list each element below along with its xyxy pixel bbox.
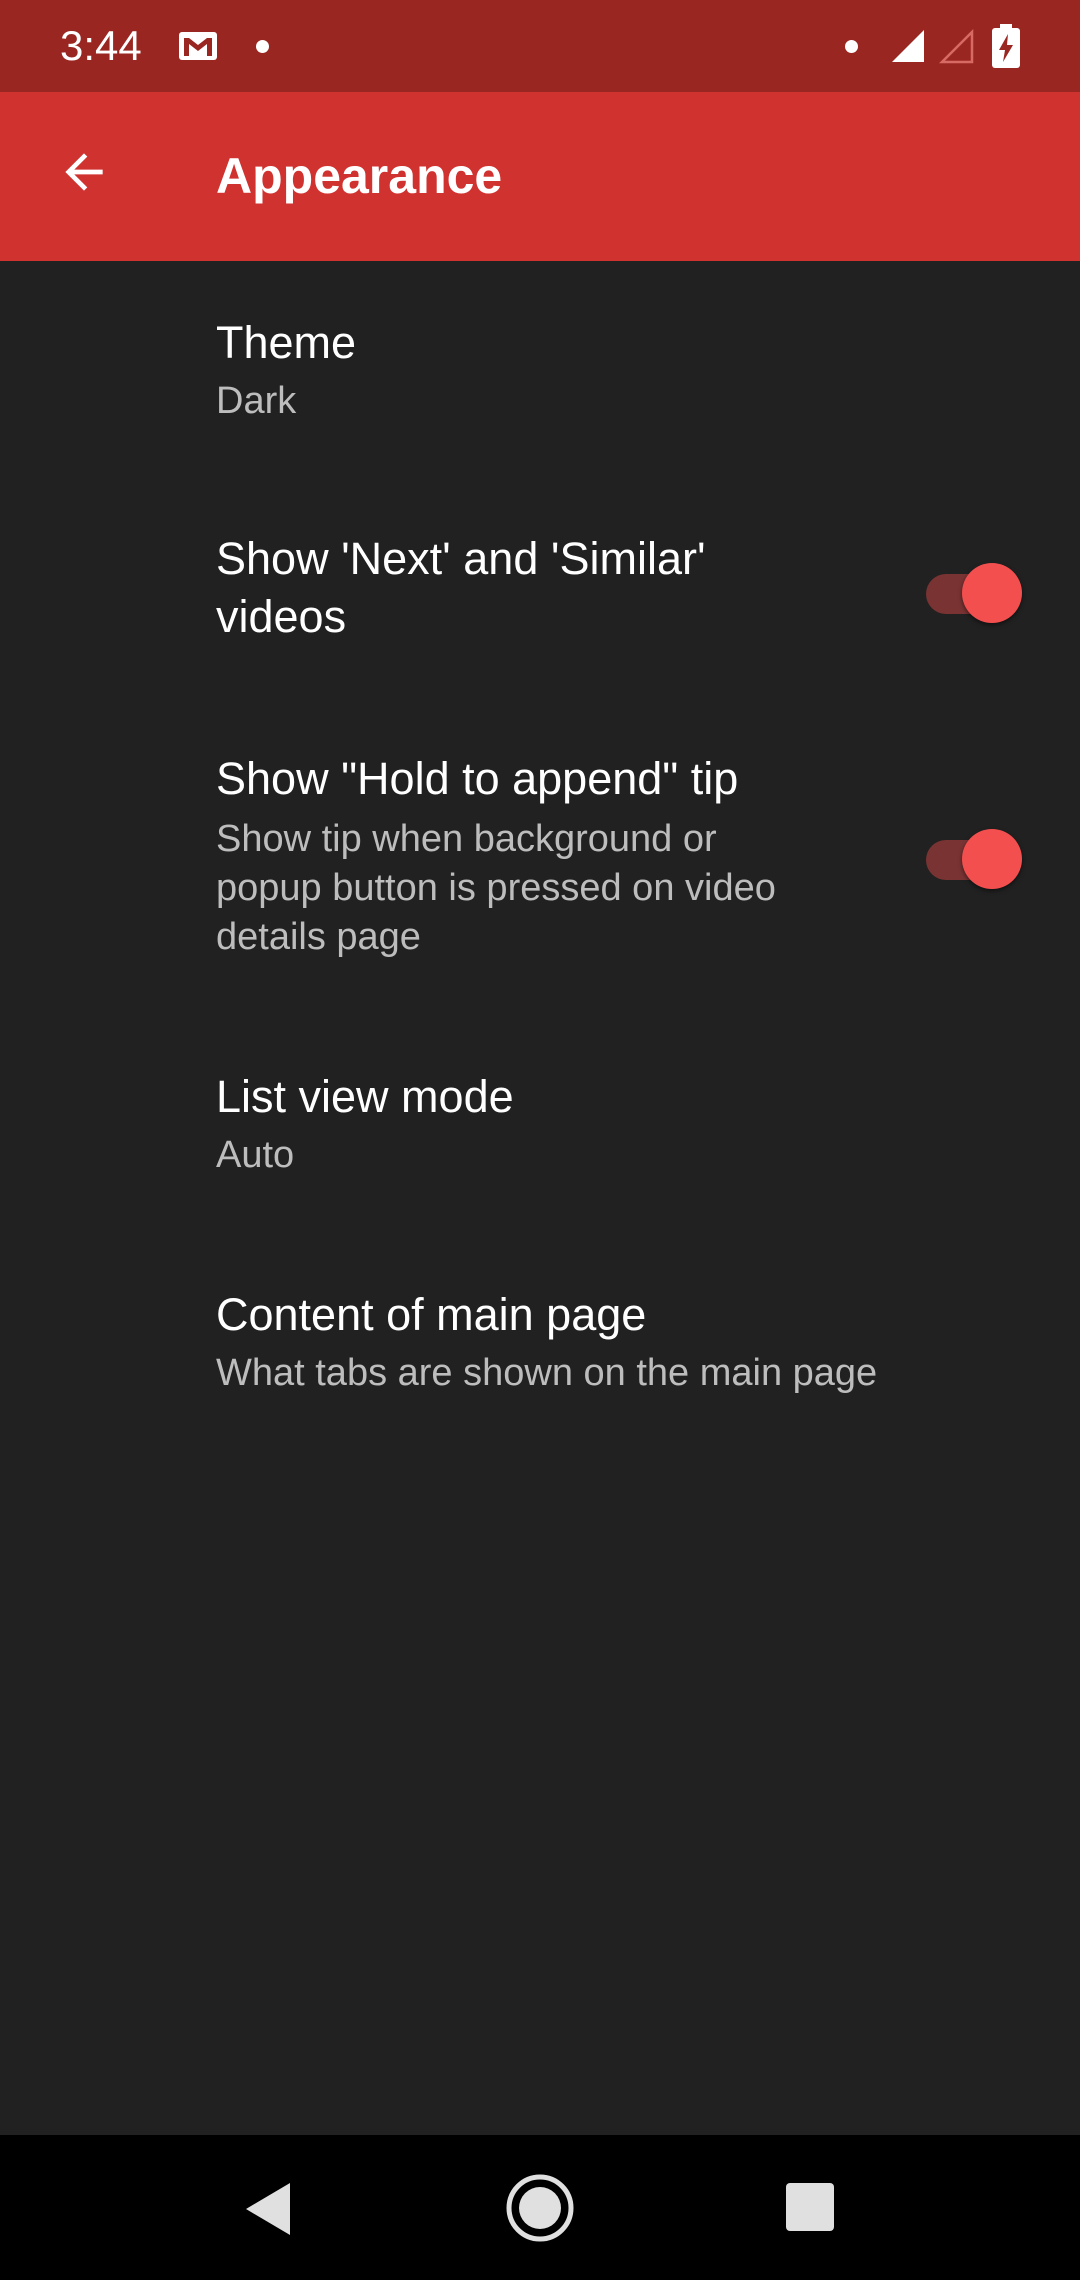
back-button[interactable]: [44, 132, 124, 212]
pref-show-next-similar-title-line1: Show 'Next' and 'Similar': [216, 533, 706, 584]
signal-full-icon: [892, 30, 924, 62]
pref-content-of-main-page-summary: What tabs are shown on the main page: [216, 1352, 878, 1394]
navigation-bar: [0, 2135, 1080, 2280]
app-bar: Appearance: [0, 92, 1080, 261]
pref-hold-to-append-summary-line3: details page: [216, 916, 421, 958]
hold-to-append-switch[interactable]: [920, 819, 1022, 889]
switch-thumb: [962, 829, 1022, 889]
show-next-similar-switch[interactable]: [920, 553, 1022, 623]
pref-theme-title: Theme: [216, 317, 357, 368]
battery-charging-icon: [992, 24, 1020, 68]
screen: 3:44 Appearance Theme Dark Show 'Next' a…: [0, 0, 1080, 2280]
pref-theme-summary: Dark: [216, 380, 297, 422]
nav-back-icon[interactable]: [240, 2179, 296, 2239]
nav-recents-icon[interactable]: [786, 2183, 834, 2231]
pref-show-next-similar[interactable]: Show 'Next' and 'Similar' videos: [0, 479, 1080, 697]
pref-hold-to-append-tip[interactable]: Show "Hold to append" tip Show tip when …: [0, 697, 1080, 1015]
pref-hold-to-append-title: Show "Hold to append" tip: [216, 753, 739, 804]
wifi-dot-icon: [845, 40, 858, 53]
pref-hold-to-append-summary-line1: Show tip when background or: [216, 818, 717, 860]
pref-hold-to-append-summary-line2: popup button is pressed on video: [216, 867, 776, 909]
page-title: Appearance: [216, 148, 503, 204]
nav-home-icon[interactable]: [505, 2173, 575, 2243]
pref-show-next-similar-title-line2: videos: [216, 591, 347, 642]
arrow-back-icon: [65, 153, 103, 191]
switch-thumb: [962, 563, 1022, 623]
notification-dot-icon: [256, 40, 269, 53]
status-bar: 3:44: [0, 0, 1080, 92]
signal-empty-icon: [938, 28, 974, 64]
pref-content-of-main-page[interactable]: Content of main page What tabs are shown…: [0, 1233, 1080, 1451]
pref-content-of-main-page-title: Content of main page: [216, 1289, 647, 1340]
gmail-icon: [179, 32, 217, 60]
status-time: 3:44: [60, 22, 142, 69]
pref-theme[interactable]: Theme Dark: [0, 261, 1080, 479]
pref-list-view-mode-summary: Auto: [216, 1134, 295, 1176]
pref-list-view-mode[interactable]: List view mode Auto: [0, 1015, 1080, 1233]
pref-list-view-mode-title: List view mode: [216, 1071, 514, 1122]
